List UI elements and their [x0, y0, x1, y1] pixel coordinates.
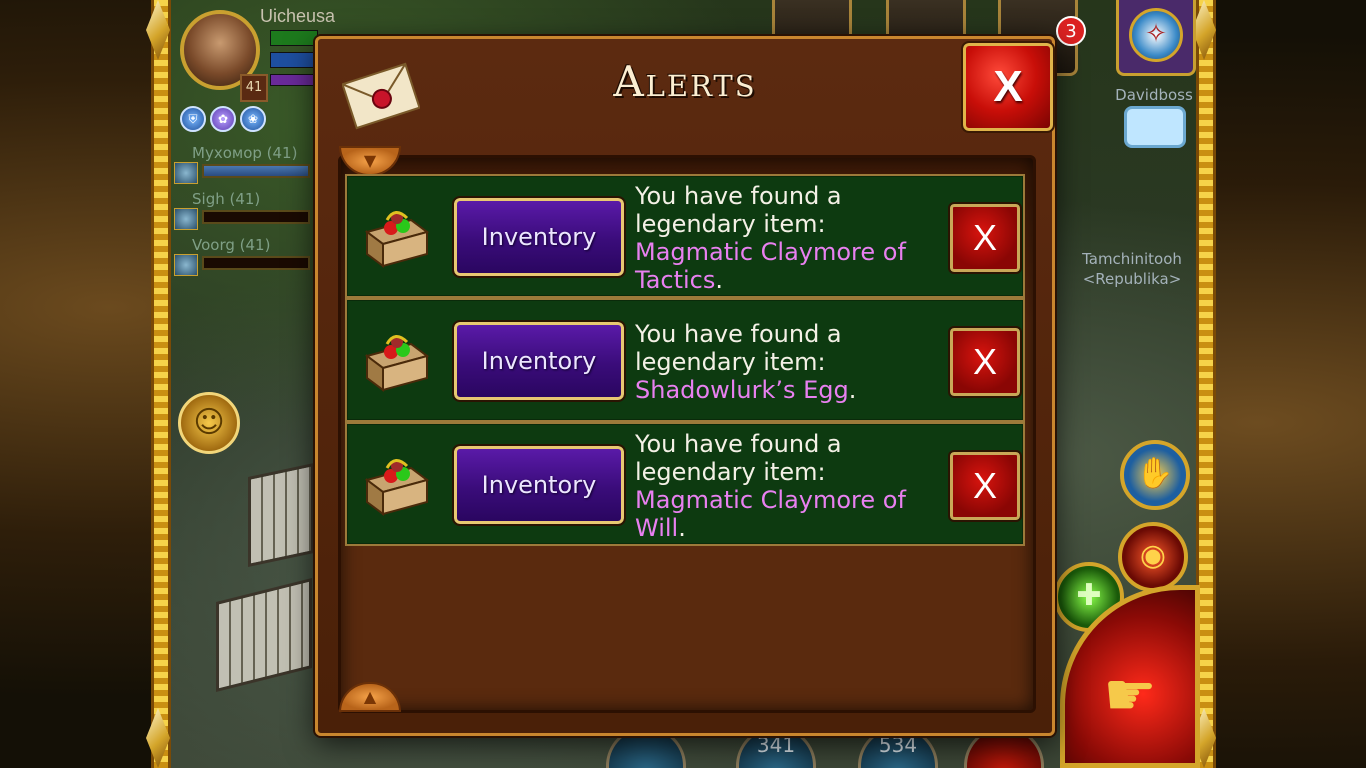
dialog-title: Alerts — [613, 57, 757, 106]
party-member-name: Voorg (41) — [192, 236, 271, 254]
alert-row: Inventory You have found a legendary ite… — [345, 422, 1025, 546]
alert-suffix: . — [848, 376, 857, 404]
notification-count-badge: 3 — [1056, 16, 1086, 46]
party-member-health-bar — [202, 164, 310, 178]
inventory-button[interactable]: Inventory — [452, 320, 626, 402]
legendary-item-name: Magmatic Claymore of Tactics — [635, 238, 906, 294]
nearby-player-name[interactable]: Tamchinitooh — [1070, 250, 1194, 268]
party-member-name: Sigh (41) — [192, 190, 261, 208]
party-member[interactable]: Voorg (41) — [172, 236, 312, 280]
party-member-icon — [174, 208, 198, 230]
party-member-icon — [174, 254, 198, 276]
mana-bar — [270, 52, 318, 68]
party-member[interactable]: Sigh (41) — [172, 190, 312, 234]
flower-buff-icon[interactable]: ✿ — [210, 106, 236, 132]
dismiss-alert-button[interactable]: X — [948, 326, 1022, 398]
alert-message-text: You have found a legendary item: — [635, 320, 842, 376]
pet-paw-skill-icon[interactable]: ✋ — [1120, 440, 1190, 510]
legendary-item-name: Shadowlurk’s Egg — [635, 376, 849, 404]
party-member-health-bar — [202, 256, 310, 270]
party-health-fill — [204, 166, 308, 176]
alert-row: Inventory You have found a legendary ite… — [345, 298, 1025, 422]
alert-message: You have found a legendary item: Magmati… — [635, 430, 935, 542]
chat-bubble-icon — [1124, 106, 1186, 148]
player-level-badge: 41 — [240, 74, 268, 102]
alert-message-text: You have found a legendary item: — [635, 430, 842, 486]
treasure-chest-icon — [364, 459, 430, 516]
party-member[interactable]: Мухомор (41) — [172, 144, 312, 188]
inventory-button[interactable]: Inventory — [452, 444, 626, 526]
inventory-button[interactable]: Inventory — [452, 196, 626, 278]
treasure-chest-icon — [364, 335, 430, 392]
alert-message: You have found a legendary item: Shadowl… — [635, 320, 935, 404]
nearby-player-guild: <Republika> — [1082, 270, 1182, 288]
party-member-health-bar — [202, 210, 310, 224]
party-member-icon — [174, 162, 198, 184]
nearby-player-name[interactable]: Davidboss — [1112, 86, 1196, 104]
alert-message: You have found a legendary item: Magmati… — [635, 182, 935, 294]
shield-buff-icon[interactable]: ⛨ — [180, 106, 206, 132]
compass-icon: ✧ — [1129, 8, 1183, 62]
alert-row: Inventory You have found a legendary ite… — [345, 174, 1025, 298]
alert-suffix: . — [678, 514, 686, 542]
paw-buff-icon[interactable]: ❀ — [240, 106, 266, 132]
dismiss-alert-button[interactable]: X — [948, 450, 1022, 522]
party-member-name: Мухомор (41) — [192, 144, 298, 162]
compass-button[interactable]: ✧ — [1116, 0, 1196, 76]
legendary-item-name: Magmatic Claymore of Will — [635, 486, 906, 542]
alert-message-text: You have found a legendary item: — [635, 182, 842, 238]
left-ornate-border — [151, 0, 171, 768]
close-dialog-button[interactable]: X — [961, 41, 1055, 133]
treasure-chest-icon — [364, 211, 430, 268]
alert-suffix: . — [715, 266, 724, 294]
dismiss-alert-button[interactable]: X — [948, 202, 1022, 274]
experience-bar — [270, 74, 318, 86]
health-bar — [270, 30, 318, 46]
crate-prop — [248, 462, 314, 568]
player-name: Uicheusa — [260, 6, 336, 26]
emote-button[interactable]: ☺ — [178, 392, 240, 454]
eye-skill-icon[interactable]: ◉ — [1118, 522, 1188, 592]
